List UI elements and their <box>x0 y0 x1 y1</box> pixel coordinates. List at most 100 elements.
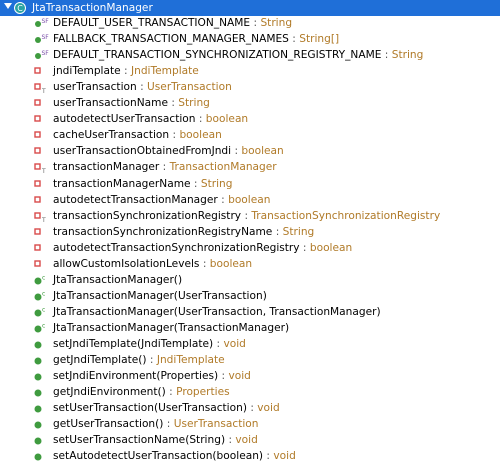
type-separator: : <box>136 81 148 94</box>
member-name: FALLBACK_TRANSACTION_MANAGER_NAMES <box>53 33 289 46</box>
expand-toggle-icon[interactable] <box>4 3 12 9</box>
type-separator: : <box>163 418 174 431</box>
svg-text:C: C <box>17 4 23 13</box>
type-separator: : <box>381 49 392 62</box>
member-type: void <box>235 434 258 447</box>
member-type: String <box>260 17 293 29</box>
member-name: setUserTransaction(UserTransaction) <box>53 402 247 415</box>
member-name: JtaTransactionManager() <box>53 273 183 286</box>
method-icon <box>34 357 42 365</box>
type-separator: : <box>190 177 201 190</box>
member-type: UserTransaction <box>147 81 232 94</box>
member-label: DEFAULT_TRANSACTION_SYNCHRONIZATION_REGI… <box>53 47 423 63</box>
private-field-icon <box>34 243 41 251</box>
static-final-field-icon: SF <box>35 34 49 44</box>
static-final-field-icon: SF <box>35 50 50 60</box>
svg-text:SF: SF <box>42 50 50 57</box>
class-node-header[interactable]: C JtaTransactionManager <box>0 0 500 16</box>
member-label: transactionSynchronizationRegistry : Tra… <box>53 208 440 224</box>
member-name: transactionManagerName <box>53 177 191 190</box>
structure-tree[interactable]: C JtaTransactionManager SF DEFAULT_USER_T… <box>0 0 500 467</box>
member-type: JndiTemplate <box>156 354 225 367</box>
constructor-icon: c <box>34 274 45 285</box>
member-label: getJndiEnvironment() : Properties <box>53 384 230 400</box>
member-label: autodetectTransactionSynchronizationRegi… <box>53 240 352 256</box>
member-name: transactionManager <box>53 161 160 174</box>
member-name: DEFAULT_USER_TRANSACTION_NAME <box>53 17 251 29</box>
constructor-icon: c <box>34 322 45 333</box>
member-type: void <box>223 338 246 350</box>
type-separator: : <box>225 434 236 447</box>
type-separator: : <box>241 209 252 222</box>
private-field-icon <box>34 99 41 106</box>
member-label: autodetectTransactionManager : boolean <box>53 192 270 208</box>
member-type: boolean <box>209 257 253 270</box>
type-separator: : <box>199 257 210 270</box>
svg-text:SF: SF <box>42 18 50 25</box>
svg-text:T: T <box>41 88 46 93</box>
member-name: setAutodetectUserTransaction(boolean) <box>53 450 264 463</box>
type-separator: : <box>218 370 229 383</box>
member-label: getUserTransaction() : UserTransaction <box>53 416 258 432</box>
member-label: setUserTransactionName(String) : void <box>53 432 258 448</box>
private-field-icon <box>34 227 41 235</box>
member-label: userTransactionObtainedFromJndi : boolea… <box>53 143 284 159</box>
member-label: JtaTransactionManager(TransactionManager… <box>53 320 289 336</box>
transient-field-icon: T <box>34 163 46 173</box>
member-label: transactionManagerName : String <box>53 176 232 192</box>
type-separator: : <box>231 145 242 158</box>
type-separator: : <box>195 113 206 126</box>
member-name: getJndiEnvironment() <box>53 386 166 399</box>
method-icon <box>34 453 42 461</box>
member-label: setJndiTemplate(JndiTemplate) : void <box>53 336 246 352</box>
member-name: DEFAULT_TRANSACTION_SYNCHRONIZATION_REGI… <box>53 49 382 62</box>
type-separator: : <box>146 354 157 367</box>
class-icon: C <box>14 2 26 14</box>
member-label: autodetectUserTransaction : boolean <box>53 111 248 127</box>
member-type: void <box>257 402 280 415</box>
method-icon <box>34 437 42 445</box>
type-separator: : <box>246 402 258 415</box>
member-type: boolean <box>241 145 284 158</box>
member-name: transactionSynchronizationRegistry <box>53 209 242 222</box>
type-separator: : <box>299 241 310 254</box>
member-type: JndiTemplate <box>130 65 199 78</box>
member-name: setUserTransactionName(String) <box>53 434 226 447</box>
member-name: autodetectTransactionSynchronizationRegi… <box>53 241 300 254</box>
member-name: setJndiEnvironment(Properties) <box>53 370 219 383</box>
member-label: transactionSynchronizationRegistryName :… <box>53 224 314 240</box>
member-label: FALLBACK_TRANSACTION_MANAGER_NAMES : Str… <box>53 31 339 47</box>
member-type: boolean <box>205 113 249 126</box>
static-final-field-icon: SF <box>35 18 50 27</box>
type-separator: : <box>167 97 179 110</box>
member-label: getJndiTemplate() : JndiTemplate <box>53 352 225 368</box>
member-label: cacheUserTransaction : boolean <box>53 127 222 143</box>
member-label: allowCustomIsolationLevels : boolean <box>53 256 252 272</box>
member-label: JtaTransactionManager() <box>53 272 182 288</box>
class-name: JtaTransactionManager <box>32 2 153 14</box>
member-label: jndiTemplate : JndiTemplate <box>53 63 199 79</box>
member-name: userTransaction <box>53 81 137 94</box>
private-field-icon <box>34 131 41 139</box>
constructor-icon: c <box>34 290 45 301</box>
private-field-icon <box>34 115 41 122</box>
member-name: autodetectUserTransaction <box>53 113 196 126</box>
member-type: String <box>200 177 233 190</box>
type-separator: : <box>120 65 131 78</box>
private-field-icon <box>34 147 41 155</box>
member-label: setAutodetectUserTransaction(boolean) : … <box>53 448 296 464</box>
member-name: cacheUserTransaction <box>53 129 170 142</box>
member-name: setJndiTemplate(JndiTemplate) <box>53 338 214 350</box>
member-type: String <box>391 49 424 62</box>
member-type: String[] <box>299 33 340 46</box>
private-field-icon <box>34 179 41 187</box>
member-type: void <box>228 370 251 383</box>
type-separator: : <box>213 338 224 350</box>
method-icon <box>34 421 42 429</box>
member-name: getUserTransaction() <box>53 418 164 431</box>
method-icon <box>34 341 42 349</box>
member-label: JtaTransactionManager(UserTransaction) <box>53 288 267 304</box>
type-separator: : <box>169 129 180 142</box>
member-name: JtaTransactionManager(TransactionManager… <box>53 321 290 334</box>
type-separator: : <box>263 450 274 463</box>
